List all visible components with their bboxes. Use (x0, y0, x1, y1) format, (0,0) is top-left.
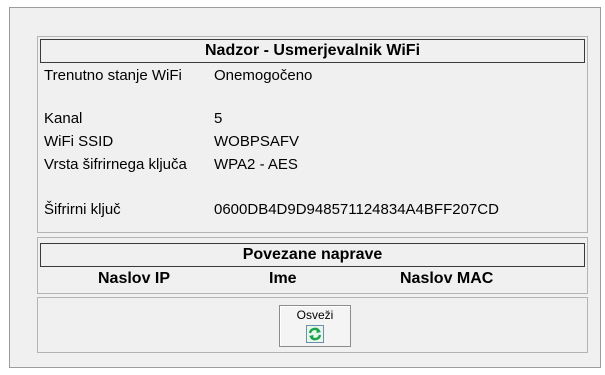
devices-panel: Povezane naprave Naslov IP Ime Naslov MA… (37, 237, 588, 294)
status-title: Nadzor - Usmerjevalnik WiFi (40, 39, 585, 63)
label-wifi-state: Trenutno stanje WiFi (44, 67, 182, 84)
refresh-button-label: Osveži (296, 308, 334, 322)
status-panel: Nadzor - Usmerjevalnik WiFi Trenutno sta… (37, 36, 588, 233)
column-mac: Naslov MAC (400, 270, 494, 287)
value-channel: 5 (214, 110, 223, 127)
devices-title: Povezane naprave (40, 243, 585, 267)
label-encryption-type: Vrsta šifrirnega ključa (44, 156, 187, 173)
value-encryption-type: WPA2 - AES (214, 156, 298, 173)
button-panel: Osveži (37, 297, 588, 353)
devices-table-header: Naslov IP Ime Naslov MAC (38, 270, 587, 290)
column-ip: Naslov IP (98, 270, 171, 287)
refresh-icon (306, 325, 324, 343)
value-wifi-state: Onemogočeno (214, 67, 313, 84)
value-ssid: WOBPSAFV (214, 133, 300, 150)
column-name: Ime (269, 270, 297, 287)
label-encryption-key: Šifrirni ključ (44, 201, 121, 218)
label-channel: Kanal (44, 110, 83, 127)
value-encryption-key: 0600DB4D9D948571124834A4BFF207CD (214, 201, 499, 218)
label-ssid: WiFi SSID (44, 133, 114, 150)
refresh-button[interactable]: Osveži (279, 305, 351, 347)
